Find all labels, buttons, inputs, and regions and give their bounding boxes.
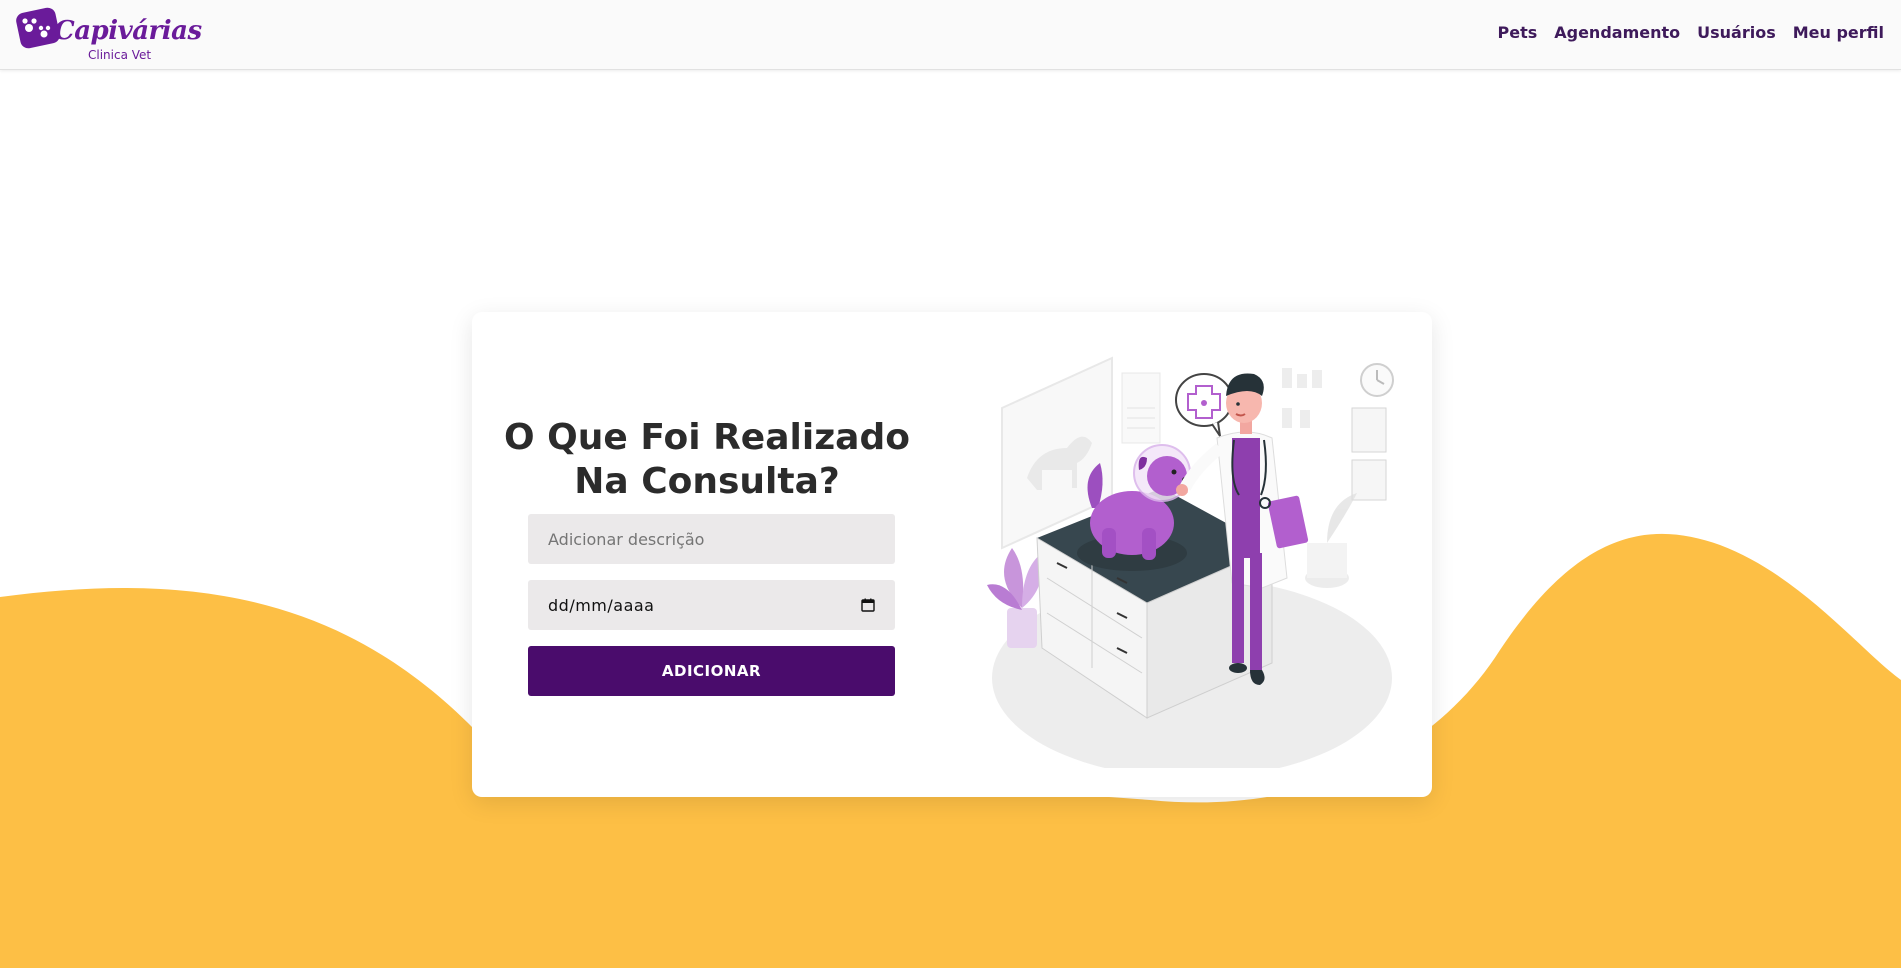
potted-plant-right	[1305, 493, 1357, 588]
veterinarian-with-dog-illustration	[987, 356, 1394, 768]
date-input-value: dd/mm/aaaa	[548, 595, 655, 615]
date-input[interactable]: dd/mm/aaaa	[528, 580, 895, 630]
description-input[interactable]	[528, 514, 895, 564]
brand-title: Capivárias	[54, 16, 202, 46]
main-nav: Pets Agendamento Usuários Meu perfil	[1497, 23, 1884, 42]
potted-plant	[987, 548, 1043, 648]
nav-link-pets[interactable]: Pets	[1497, 23, 1537, 42]
nav-link-usuarios[interactable]: Usuários	[1697, 23, 1776, 42]
shelf-bottles	[1282, 368, 1322, 428]
add-button[interactable]: ADICIONAR	[528, 646, 895, 696]
top-navbar: Capivárias Clinica Vet Pets Agendamento …	[0, 0, 1901, 70]
consultation-card: O Que Foi Realizado Na Consulta? dd/mm/a…	[472, 312, 1432, 797]
nav-link-agendamento[interactable]: Agendamento	[1554, 23, 1680, 42]
calendar-icon[interactable]	[861, 598, 875, 612]
speech-bubble	[1175, 373, 1233, 437]
form-heading: O Que Foi Realizado Na Consulta?	[504, 417, 910, 502]
nav-link-meu-perfil[interactable]: Meu perfil	[1793, 23, 1884, 42]
brand-logo[interactable]: Capivárias Clinica Vet	[14, 4, 202, 64]
consultation-form: O Que Foi Realizado Na Consulta? dd/mm/a…	[472, 312, 942, 797]
certificate	[1351, 459, 1387, 501]
wall-chart	[1121, 372, 1161, 444]
brand-subtitle: Clinica Vet	[88, 48, 152, 62]
certificate	[1351, 407, 1387, 453]
